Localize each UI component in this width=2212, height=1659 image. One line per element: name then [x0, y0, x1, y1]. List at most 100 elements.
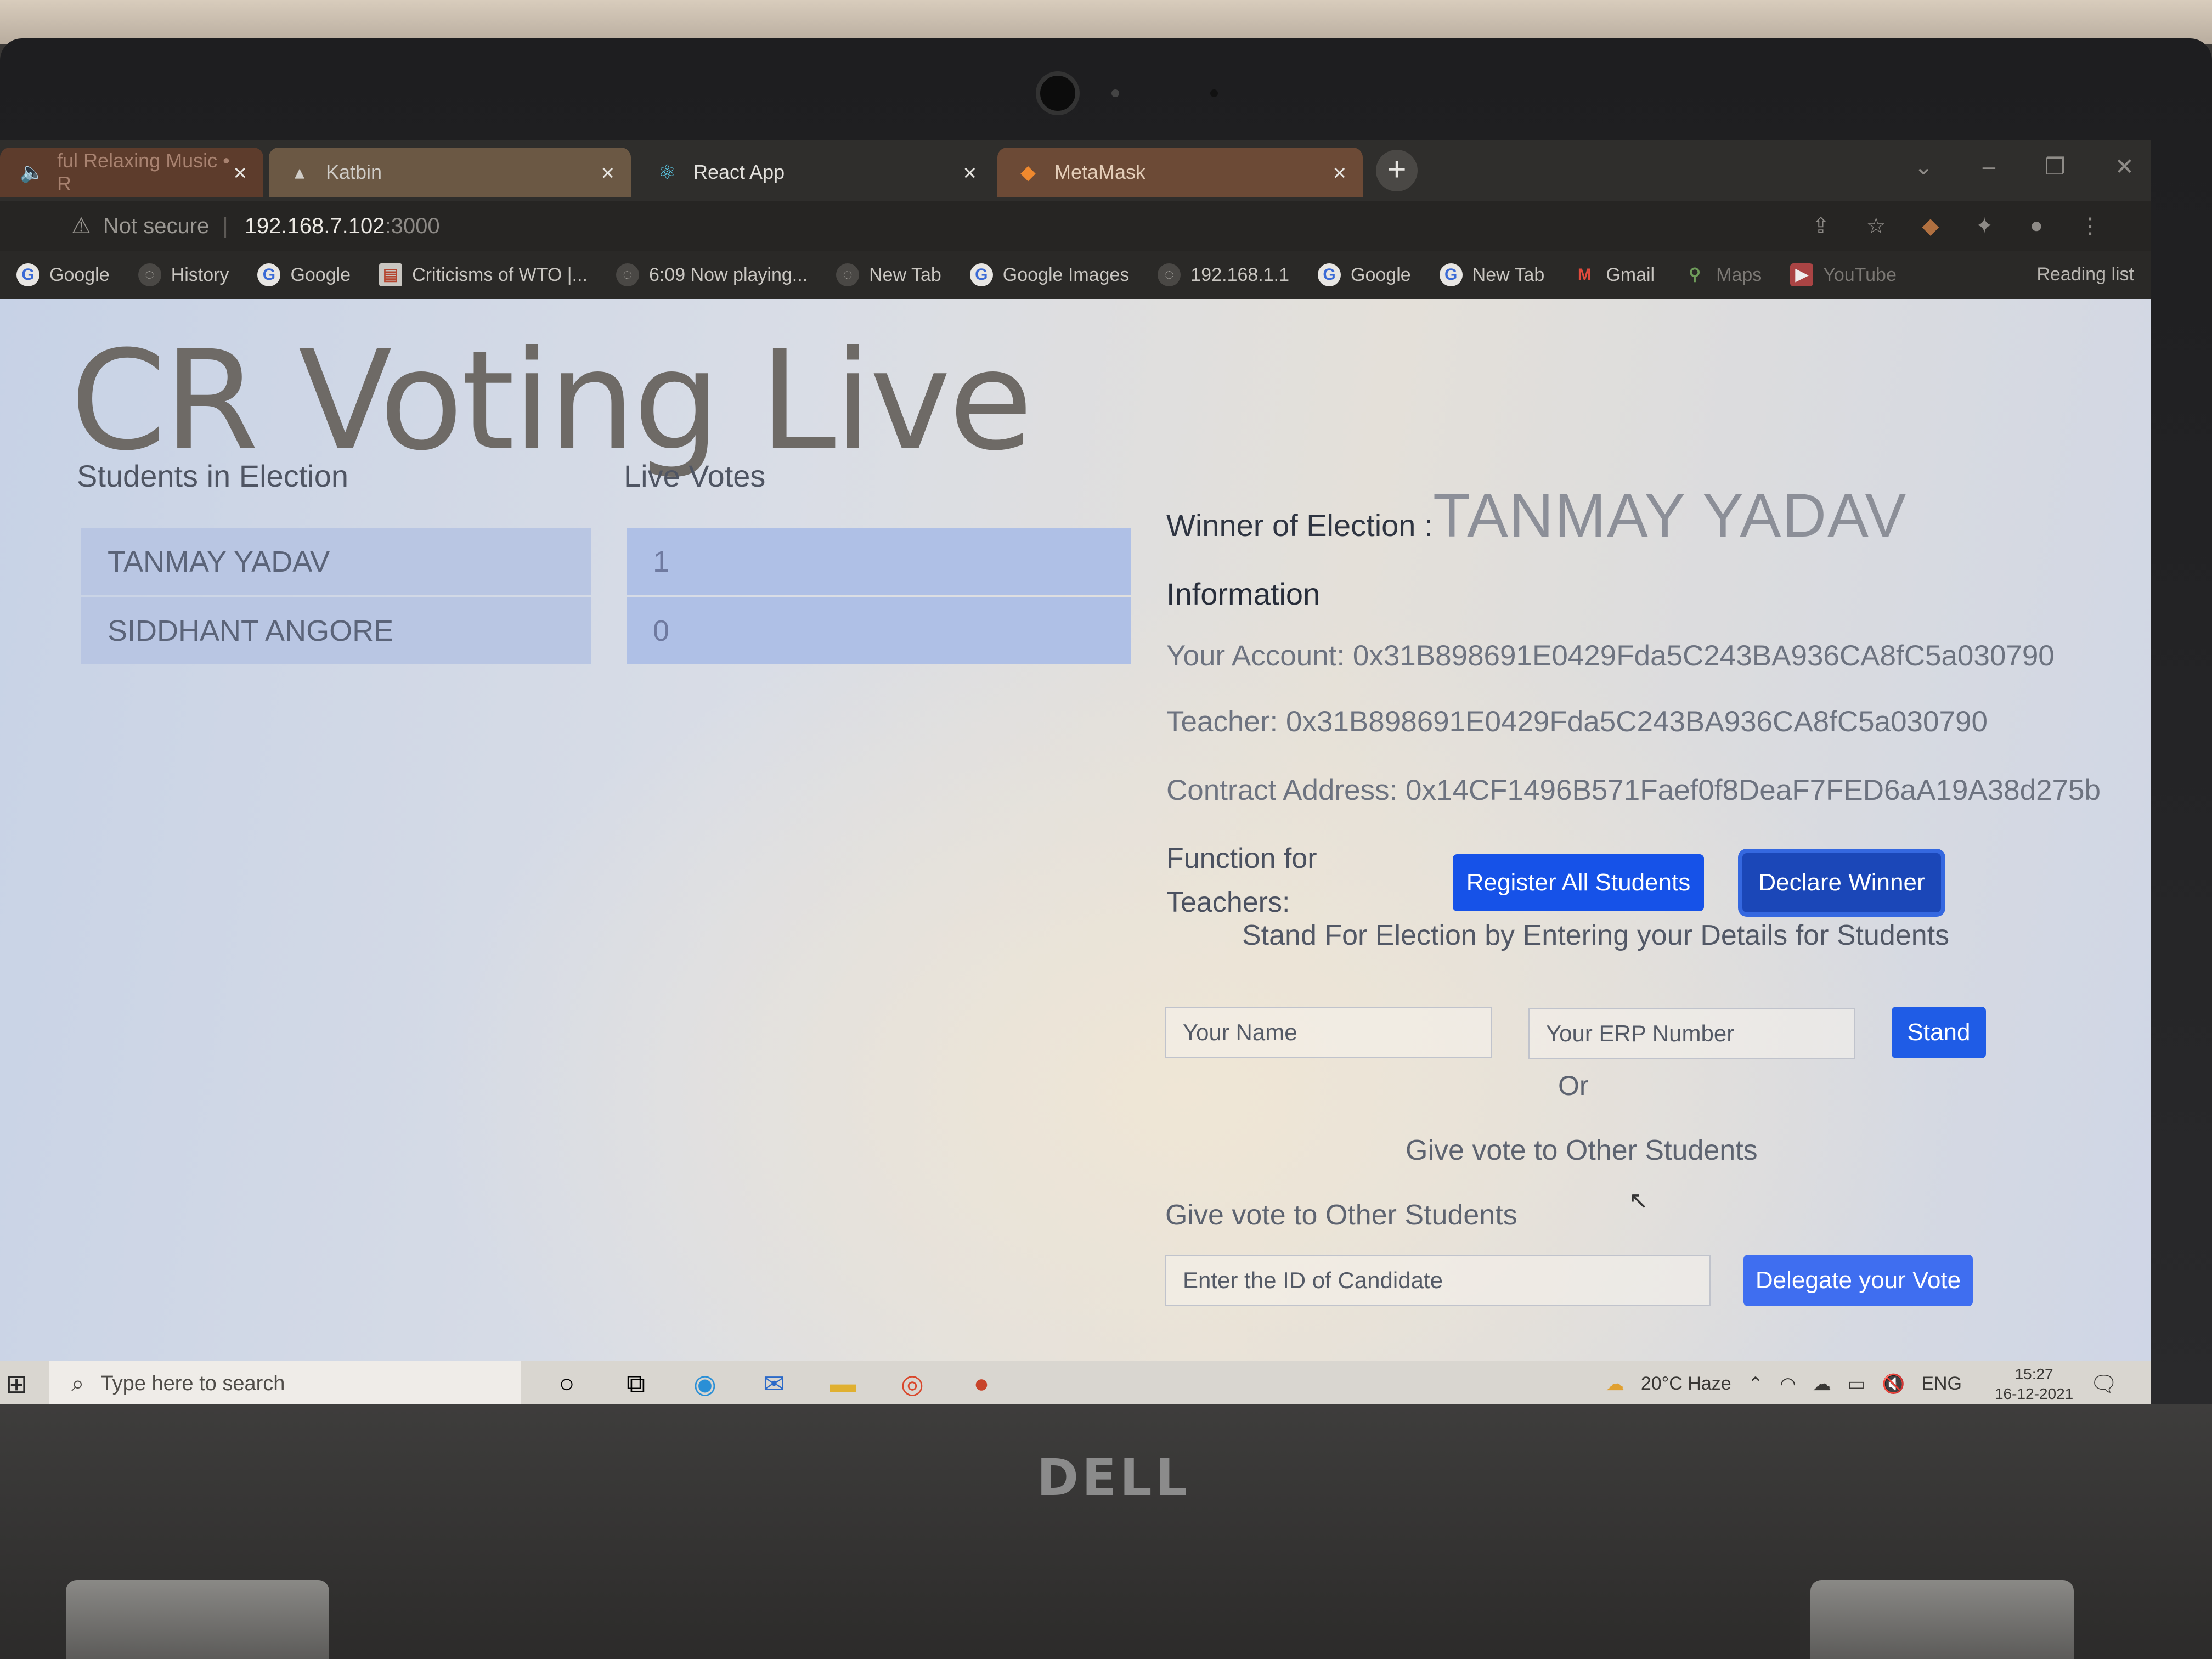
chevron-up-icon[interactable]: ⌃ [1748, 1373, 1764, 1395]
google-icon: G [1318, 263, 1341, 286]
language-indicator[interactable]: ENG [1921, 1373, 1962, 1395]
bookmark-history[interactable]: ◌ History [138, 263, 229, 286]
notifications-icon[interactable]: 🗨 [2090, 1371, 2118, 1397]
declare-winner-button[interactable]: Declare Winner [1742, 853, 1941, 912]
chevron-down-icon[interactable]: ⌄ [1914, 153, 1933, 180]
close-icon[interactable]: × [963, 160, 977, 186]
metamask-fox-icon: ◆ [1020, 161, 1036, 183]
url-port: :3000 [385, 213, 440, 238]
dell-logo: DELL [1036, 1448, 1191, 1507]
bookmark-router[interactable]: ◌ 192.168.1.1 [1158, 263, 1289, 286]
volume-mute-icon[interactable]: 🔇 [1882, 1373, 1905, 1395]
bookmark-maps[interactable]: ⚲ Maps [1683, 263, 1762, 286]
bookmark-now-playing[interactable]: ◌ 6:09 Now playing... [616, 263, 808, 286]
minimize-icon[interactable]: – [1983, 153, 1995, 180]
tab-katbin[interactable]: ▴ Katbin × [269, 148, 631, 197]
bookmark-google-images[interactable]: G Google Images [969, 263, 1129, 286]
teacher-functions-label: Function for Teachers: [1166, 843, 1317, 918]
bookmark-label: Google [1351, 264, 1411, 285]
name-input[interactable] [1165, 1007, 1492, 1058]
webcam-icon [1036, 71, 1080, 115]
windows-taskbar: ⊞ ⌕ Type here to search ○ ⧉ ◉ ✉ ▬ ◎ ● ☁ … [0, 1361, 2151, 1407]
clock[interactable]: 15:27 16-12-2021 [1995, 1364, 2073, 1404]
battery-icon[interactable]: ▭ [1848, 1373, 1865, 1395]
erp-number-input[interactable] [1528, 1008, 1855, 1059]
star-icon[interactable]: ☆ [1866, 213, 1886, 239]
tab-react-app[interactable]: ⚛ React App × [636, 148, 993, 197]
url-host: 192.168.7.102 [244, 213, 385, 238]
reading-list[interactable]: Reading list [2036, 264, 2134, 285]
warning-icon: ⚠ [71, 214, 91, 238]
extension-icon[interactable]: ✦ [1975, 213, 1994, 239]
close-icon[interactable]: × [601, 160, 614, 186]
students-header: Students in Election [77, 459, 348, 493]
bookmark-label: Google [290, 264, 351, 285]
information-heading: Information [1166, 577, 1321, 611]
candidate-votes: 1 [627, 528, 1131, 595]
onedrive-icon[interactable]: ☁ [1813, 1373, 1831, 1395]
bookmark-youtube[interactable]: ▶ YouTube [1790, 263, 1897, 286]
menu-icon[interactable]: ⋮ [2079, 213, 2101, 239]
tab-label: React App [693, 161, 785, 183]
candidate-id-input[interactable] [1165, 1255, 1711, 1306]
close-icon[interactable]: × [1333, 160, 1346, 186]
contract-address: Contract Address: 0x14CF1496B571Faef0f8D… [1166, 774, 2101, 806]
window-controls: ⌄ – ❐ ✕ [1914, 153, 2151, 180]
bookmark-label: 192.168.1.1 [1190, 264, 1290, 285]
bookmark-google[interactable]: G Google [1318, 263, 1411, 286]
mail-icon[interactable]: ✉ [751, 1369, 798, 1400]
taskbar-search[interactable]: ⌕ Type here to search [49, 1361, 521, 1407]
tab-metamask[interactable]: ◆ MetaMask × [997, 148, 1363, 197]
or-separator: Or [1558, 1070, 1589, 1101]
bookmark-google[interactable]: G Google [257, 263, 351, 286]
edge-icon[interactable]: ◉ [681, 1369, 729, 1400]
doc-icon: ▤ [379, 263, 403, 286]
hinge-right [1810, 1580, 2074, 1659]
tab-label: MetaMask [1054, 161, 1146, 183]
mouse-cursor-icon: ↖ [1628, 1187, 1649, 1214]
chrome-icon[interactable]: ◎ [889, 1369, 936, 1400]
bookmark-gmail[interactable]: M Gmail [1573, 263, 1655, 286]
separator: | [222, 213, 228, 238]
register-all-students-button[interactable]: Register All Students [1453, 854, 1704, 911]
bookmark-label: New Tab [869, 264, 941, 285]
google-icon: G [257, 263, 281, 286]
restore-icon[interactable]: ❐ [2045, 153, 2066, 180]
metamask-extension-icon[interactable]: ◆ [1922, 213, 1939, 239]
bookmark-label: History [171, 264, 229, 285]
search-icon: ⌕ [71, 1370, 84, 1396]
bookmark-wto[interactable]: ▤ Criticisms of WTO |... [379, 263, 588, 286]
address-bar[interactable]: ⚠ Not secure | 192.168.7.102 :3000 ⇪ ☆ ◆… [0, 201, 2151, 251]
katbin-icon: ▴ [294, 161, 305, 183]
google-icon: G [969, 263, 993, 286]
gmail-icon: M [1577, 266, 1592, 284]
bookmark-new-tab[interactable]: ◌ New Tab [836, 263, 941, 286]
close-window-icon[interactable]: ✕ [2115, 153, 2134, 180]
close-icon[interactable]: × [233, 160, 247, 186]
google-icon: G [1439, 263, 1463, 286]
google-icon: G [16, 263, 40, 286]
laptop-screen: 🔈 ful Relaxing Music • R × ▴ Katbin × ⚛ … [0, 140, 2151, 1407]
network-icon[interactable]: ◠ [1780, 1373, 1796, 1395]
search-placeholder: Type here to search [100, 1372, 285, 1395]
stand-button[interactable]: Stand [1892, 1007, 1986, 1058]
tab-music[interactable]: 🔈 ful Relaxing Music • R × [0, 148, 263, 197]
votes-header: Live Votes [624, 459, 766, 493]
file-explorer-icon[interactable]: ▬ [820, 1369, 867, 1399]
system-tray: ☁ 20°C Haze ⌃ ◠ ☁ ▭ 🔇 ENG 15:27 16-12-20… [1606, 1361, 2118, 1407]
bookmark-label: 6:09 Now playing... [648, 264, 808, 285]
candidate-name: TANMAY YADAV [81, 528, 591, 595]
new-tab-button[interactable]: + [1376, 150, 1418, 191]
delegate-vote-button[interactable]: Delegate your Vote [1743, 1255, 1973, 1306]
bookmark-google[interactable]: G Google [16, 263, 110, 286]
youtube-icon: ▶ [1790, 263, 1814, 286]
windows-start-icon[interactable]: ⊞ [5, 1369, 38, 1400]
task-view-icon[interactable]: ⧉ [612, 1369, 659, 1400]
share-icon[interactable]: ⇪ [1812, 213, 1830, 239]
globe-icon: ◌ [1158, 263, 1181, 286]
weather-text[interactable]: 20°C Haze [1641, 1373, 1731, 1395]
powerpoint-icon[interactable]: ● [958, 1369, 1005, 1399]
bookmark-new-tab[interactable]: G New Tab [1439, 263, 1544, 286]
profile-icon[interactable]: ● [2030, 213, 2043, 239]
cortana-icon[interactable]: ○ [543, 1369, 590, 1399]
